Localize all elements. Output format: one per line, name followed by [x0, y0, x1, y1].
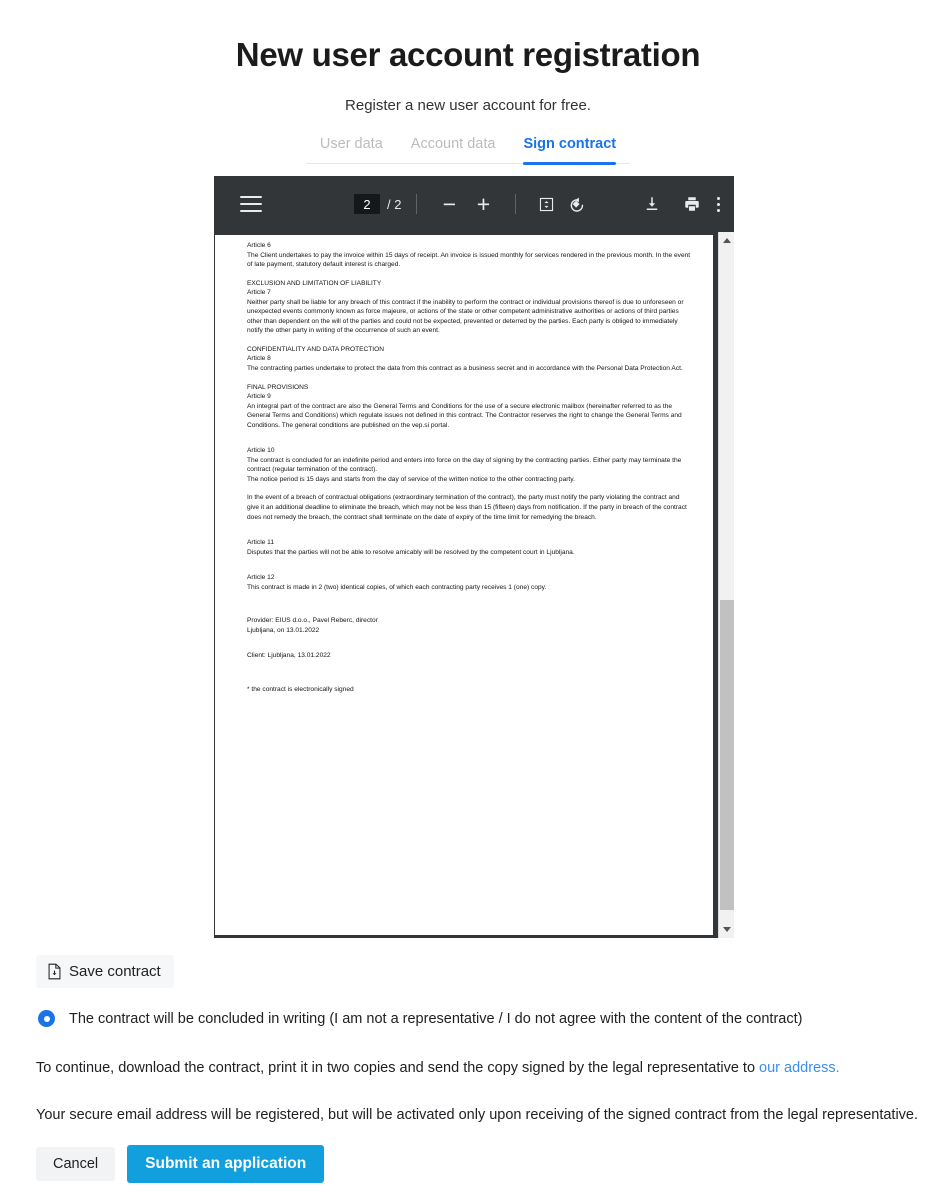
form-actions: Cancel Submit an application	[36, 1145, 325, 1183]
doc-heading: Article 10	[247, 447, 275, 455]
doc-heading: Article 6	[247, 242, 271, 249]
doc-footnote: * the contract is electronically signed	[247, 685, 354, 693]
pdf-page: Article 6 The Client undertakes to pay t…	[215, 235, 713, 935]
download-icon[interactable]	[637, 189, 667, 219]
document-download-icon	[47, 963, 62, 980]
page-count-label: / 2	[387, 197, 401, 212]
zoom-in-button[interactable]: +	[466, 192, 500, 216]
rotate-counterclockwise-icon[interactable]	[561, 189, 591, 219]
page-title: New user account registration	[235, 36, 701, 73]
more-options-icon[interactable]	[717, 196, 720, 212]
doc-signature: Provider: EIUS d.o.o., Pavel Reberc, dir…	[247, 617, 378, 625]
tabs-container: User data Account data Sign contract	[0, 136, 936, 165]
pdf-document-area: Article 6 The Client undertakes to pay t…	[214, 232, 734, 938]
page-subtitle: Register a new user account for free.	[345, 96, 591, 114]
radio-label: The contract will be concluded in writin…	[69, 1010, 803, 1027]
doc-body: Disputes that the parties will not be ab…	[247, 548, 575, 556]
page-number-input[interactable]: 2	[354, 194, 380, 214]
doc-body: An integral part of the contract are als…	[247, 402, 682, 429]
doc-heading: Article 11	[247, 539, 274, 547]
doc-section-heading: FINAL PROVISIONS	[247, 383, 309, 391]
pdf-toolbar-right	[637, 176, 720, 232]
doc-section-heading: CONFIDENTIALITY AND DATA PROTECTION	[247, 345, 385, 353]
activation-note-text: Your secure email address will be regist…	[36, 1107, 919, 1123]
save-contract-button[interactable]: Save contract	[36, 955, 174, 988]
doc-body: This contract is made in 2 (two) identic…	[247, 583, 547, 591]
registration-page: New user account registration Register a…	[0, 0, 936, 1199]
scroll-down-icon[interactable]	[719, 921, 734, 938]
cancel-button[interactable]: Cancel	[36, 1147, 116, 1181]
tab-account-data[interactable]: Account data	[397, 136, 510, 163]
save-contract-row: Save contract	[36, 955, 174, 988]
doc-signature: Client: Ljubljana, 13.01.2022	[247, 652, 331, 660]
instruction-text: To continue, download the contract, prin…	[36, 1060, 760, 1076]
toolbar-divider-2	[515, 194, 517, 214]
doc-section-heading: EXCLUSION AND LIMITATION OF LIABILITY	[247, 279, 382, 287]
tabs: User data Account data Sign contract	[305, 136, 631, 165]
download-instruction-text: To continue, download the contract, prin…	[36, 1060, 840, 1076]
save-contract-label: Save contract	[69, 963, 161, 980]
doc-body: The notice period is 15 days and starts …	[247, 475, 575, 483]
doc-body: The contracting parties undertake to pro…	[247, 365, 683, 373]
radio-button-selected[interactable]	[38, 1010, 55, 1027]
fit-to-page-icon[interactable]	[531, 189, 561, 219]
contract-in-writing-option[interactable]: The contract will be concluded in writin…	[38, 1010, 802, 1027]
tab-user-data[interactable]: User data	[306, 136, 397, 163]
doc-body: The Client undertakes to pay the invoice…	[247, 251, 691, 269]
doc-body: The contract is concluded for an indefin…	[247, 456, 682, 474]
tab-sign-contract[interactable]: Sign contract	[509, 136, 630, 165]
pdf-toolbar-center: 2 / 2 − +	[354, 176, 591, 232]
pdf-viewer: 2 / 2 − + Article 6 The Client undertake…	[214, 176, 734, 938]
zoom-out-button[interactable]: −	[432, 192, 466, 216]
pdf-toolbar: 2 / 2 − +	[214, 176, 734, 232]
doc-heading: Article 9	[247, 393, 271, 401]
pdf-page-content: Article 6 The Client undertakes to pay t…	[215, 235, 713, 695]
total-pages: 2	[394, 196, 402, 212]
submit-application-button[interactable]: Submit an application	[127, 1145, 325, 1183]
hamburger-menu-icon[interactable]	[240, 196, 262, 212]
scroll-up-icon[interactable]	[719, 232, 734, 249]
doc-heading: Article 8	[247, 355, 271, 363]
doc-body: Neither party shall be liable for any br…	[247, 298, 684, 335]
scrollbar-thumb[interactable]	[720, 600, 734, 910]
doc-heading: Article 7	[247, 289, 271, 297]
our-address-link[interactable]: our address.	[759, 1060, 840, 1076]
toolbar-divider-1	[416, 194, 418, 214]
pdf-vertical-scrollbar[interactable]	[718, 232, 734, 938]
print-icon[interactable]	[677, 189, 707, 219]
doc-heading: Article 12	[247, 574, 275, 582]
doc-body: In the event of a breach of contractual …	[247, 494, 687, 521]
doc-signature: Ljubljana, on 13.01.2022	[247, 626, 320, 634]
page-separator: /	[387, 196, 391, 212]
